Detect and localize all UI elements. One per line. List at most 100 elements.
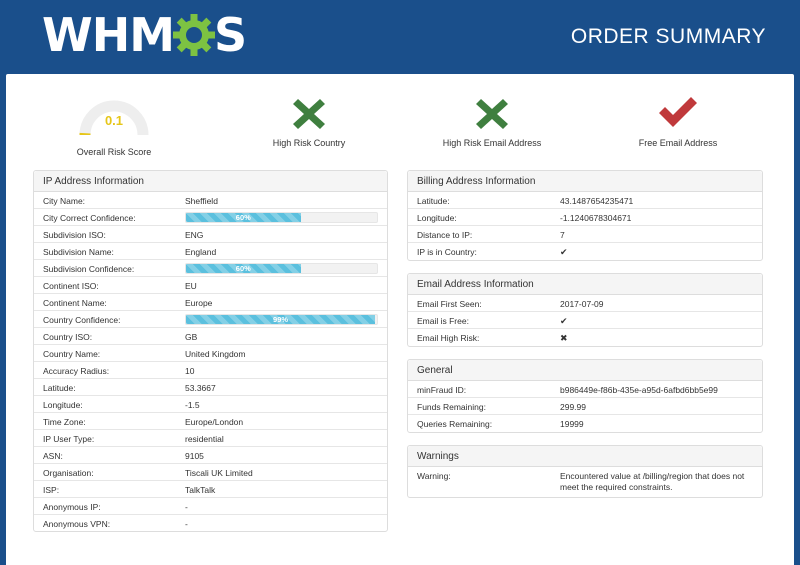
row-value: 19999 bbox=[560, 419, 584, 429]
table-row: Email is Free: ✔ bbox=[408, 312, 762, 329]
row-label: Latitude: bbox=[43, 383, 76, 393]
table-row: Email First Seen: 2017-07-09 bbox=[408, 295, 762, 312]
email-card-title: Email Address Information bbox=[408, 274, 762, 295]
table-row: Country Name: United Kingdom bbox=[34, 345, 387, 362]
row-value: Tiscali UK Limited bbox=[185, 468, 253, 478]
risk-score-label: Overall Risk Score bbox=[76, 147, 152, 157]
gear-icon bbox=[173, 14, 216, 56]
row-value: England bbox=[185, 247, 217, 257]
row-label: Continent Name: bbox=[43, 298, 107, 308]
table-row: Organisation: Tiscali UK Limited bbox=[34, 464, 387, 481]
table-row: IP User Type: residential bbox=[34, 430, 387, 447]
row-label: Queries Remaining: bbox=[417, 419, 493, 429]
table-row: Country Confidence: 99% bbox=[34, 311, 387, 328]
row-label: ISP: bbox=[43, 485, 60, 495]
high-risk-email: High Risk Email Address bbox=[434, 95, 550, 148]
row-value: EU bbox=[185, 281, 197, 291]
table-row: Subdivision Name: England bbox=[34, 243, 387, 260]
table-row: Email High Risk: ✖ bbox=[408, 329, 762, 346]
table-row: Continent ISO: EU bbox=[34, 277, 387, 294]
row-value: -1.5 bbox=[185, 400, 200, 410]
row-label: Country Confidence: bbox=[43, 315, 121, 325]
row-value: 2017-07-09 bbox=[560, 299, 604, 309]
billing-address-card: Billing Address Information Latitude: 43.… bbox=[407, 170, 763, 261]
row-value: 7 bbox=[560, 230, 565, 240]
close-icon: ✖ bbox=[560, 333, 568, 343]
row-label: IP is in Country: bbox=[417, 247, 477, 257]
logo-text-end: S bbox=[214, 8, 247, 62]
row-label: Country ISO: bbox=[43, 332, 93, 342]
row-label: Anonymous VPN: bbox=[43, 519, 111, 529]
cross-icon bbox=[467, 95, 517, 135]
check-icon: ✔ bbox=[560, 247, 568, 257]
high-risk-country-label: High Risk Country bbox=[272, 138, 346, 148]
row-label: IP User Type: bbox=[43, 434, 95, 444]
row-label: Email First Seen: bbox=[417, 299, 482, 309]
free-email-address: Free Email Address bbox=[628, 95, 728, 148]
warning-row: Warning: Encountered value at /billing/r… bbox=[408, 467, 762, 497]
row-value: 43.1487654235471 bbox=[560, 196, 634, 206]
progress-fill: 60% bbox=[186, 213, 301, 222]
table-row: ISP: TalkTalk bbox=[34, 481, 387, 498]
risk-gauge: 0.1 bbox=[79, 95, 149, 136]
billing-rows: Latitude: 43.1487654235471 Longitude: -1.12… bbox=[408, 192, 762, 260]
table-row: Country ISO: GB bbox=[34, 328, 387, 345]
row-value: United Kingdom bbox=[185, 349, 246, 359]
ip-address-card: IP Address Information City Name: Sheffie… bbox=[33, 170, 388, 532]
free-email-label: Free Email Address bbox=[638, 138, 718, 148]
email-rows: Email First Seen: 2017-07-09 Email is Free… bbox=[408, 295, 762, 346]
check-icon: ✔ bbox=[560, 316, 568, 326]
warnings-card: Warnings Warning: Encountered value at /… bbox=[407, 445, 763, 498]
table-row: Subdivision ISO: ENG bbox=[34, 226, 387, 243]
row-value: 9105 bbox=[185, 451, 204, 461]
row-label: Funds Remaining: bbox=[417, 402, 486, 412]
row-label: Subdivision ISO: bbox=[43, 230, 106, 240]
row-value: GB bbox=[185, 332, 198, 342]
row-value: - bbox=[185, 519, 188, 529]
row-label: Email High Risk: bbox=[417, 333, 480, 343]
row-value: Sheffield bbox=[185, 196, 218, 206]
row-label: Longitude: bbox=[43, 400, 83, 410]
table-row: City Correct Confidence: 60% bbox=[34, 209, 387, 226]
email-address-card: Email Address Information Email First Se… bbox=[407, 273, 763, 347]
table-row: Anonymous VPN: - bbox=[34, 515, 387, 532]
row-value: 10 bbox=[185, 366, 195, 376]
table-row: Longitude: -1.5 bbox=[34, 396, 387, 413]
ip-rows: City Name: Sheffield City Correct Confiden… bbox=[34, 192, 387, 532]
row-value: 53.3667 bbox=[185, 383, 216, 393]
ip-card-title: IP Address Information bbox=[34, 171, 387, 192]
row-label: Longitude: bbox=[417, 213, 457, 223]
row-label: ASN: bbox=[43, 451, 63, 461]
whmcs-logo[interactable]: WHM S bbox=[42, 8, 247, 62]
row-value: ENG bbox=[185, 230, 204, 240]
order-summary-panel: 0.1 Overall Risk Score High Risk Country… bbox=[6, 74, 794, 565]
row-label: minFraud ID: bbox=[417, 385, 467, 395]
header-bar: WHM S ORDER SUMMARY bbox=[0, 0, 800, 74]
row-value: 299.99 bbox=[560, 402, 586, 412]
cross-icon bbox=[284, 95, 334, 135]
confidence-progress-bar: 60% bbox=[185, 212, 378, 223]
high-risk-email-label: High Risk Email Address bbox=[442, 138, 542, 148]
row-label: Latitude: bbox=[417, 196, 450, 206]
warning-label: Warning: bbox=[417, 471, 451, 481]
table-row: Accuracy Radius: 10 bbox=[34, 362, 387, 379]
table-row: Subdivision Confidence: 60% bbox=[34, 260, 387, 277]
table-row: Latitude: 53.3667 bbox=[34, 379, 387, 396]
check-icon bbox=[653, 95, 703, 135]
table-row: IP is in Country: ✔ bbox=[408, 243, 762, 260]
table-row: City Name: Sheffield bbox=[34, 192, 387, 209]
row-value: residential bbox=[185, 434, 224, 444]
table-row: Queries Remaining: 19999 bbox=[408, 415, 762, 432]
page-title: ORDER SUMMARY bbox=[570, 25, 766, 48]
row-label: Subdivision Confidence: bbox=[43, 264, 135, 274]
row-label: Organisation: bbox=[43, 468, 94, 478]
row-value: Europe bbox=[185, 298, 213, 308]
risk-summary: 0.1 Overall Risk Score High Risk Country… bbox=[6, 74, 794, 164]
table-row: Continent Name: Europe bbox=[34, 294, 387, 311]
risk-score-value: 0.1 bbox=[104, 113, 124, 128]
table-row: Anonymous IP: - bbox=[34, 498, 387, 515]
progress-fill: 60% bbox=[186, 264, 301, 273]
general-rows: minFraud ID: b986449e-f86b-435e-a95d-6afb… bbox=[408, 381, 762, 432]
table-row: Time Zone: Europe/London bbox=[34, 413, 387, 430]
row-label: Subdivision Name: bbox=[43, 247, 114, 257]
